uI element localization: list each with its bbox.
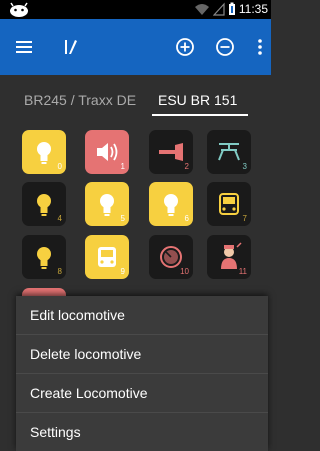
menu-item-settings[interactable]: Settings	[16, 413, 268, 451]
function-button-f8[interactable]: 8	[22, 235, 66, 279]
function-number: 10	[180, 267, 189, 276]
function-number: 8	[57, 267, 62, 276]
function-number: 3	[242, 162, 247, 171]
function-button-f5[interactable]: 5	[85, 182, 129, 226]
function-button-f2[interactable]: 2	[149, 130, 193, 174]
menu-item-edit-locomotive[interactable]: Edit locomotive	[16, 296, 268, 334]
function-button-f4[interactable]: 4	[22, 182, 66, 226]
active-tab-indicator	[152, 114, 248, 116]
function-number: 11	[238, 267, 247, 276]
app-logo-icon	[65, 40, 77, 54]
function-number: 0	[57, 162, 62, 171]
function-button-f7[interactable]: 7	[207, 182, 251, 226]
overflow-icon[interactable]	[250, 37, 270, 57]
function-number: 4	[57, 214, 62, 223]
function-number: 6	[184, 214, 189, 223]
remove-circle-icon[interactable]	[215, 37, 235, 57]
function-button-f0[interactable]: 0	[22, 130, 66, 174]
status-time: 11:35	[238, 2, 268, 16]
function-number: 9	[120, 267, 125, 276]
function-button-f6[interactable]: 6	[149, 182, 193, 226]
function-button-f10[interactable]: 10	[149, 235, 193, 279]
function-button-f3[interactable]: 3	[207, 130, 251, 174]
locomotive-tabs: BR245 / Traxx DE ESU BR 151	[0, 75, 271, 120]
tab-br245[interactable]: BR245 / Traxx DE	[24, 75, 136, 120]
status-bar: 11:35	[0, 0, 271, 19]
android-icon	[10, 2, 28, 17]
function-number: 5	[120, 214, 125, 223]
menu-item-delete-locomotive[interactable]: Delete locomotive	[16, 335, 268, 373]
add-circle-icon[interactable]	[175, 37, 195, 57]
function-button-f1[interactable]: 1	[85, 130, 129, 174]
signal-icon	[212, 2, 225, 16]
function-button-f9[interactable]: 9	[85, 235, 129, 279]
battery-icon	[228, 2, 235, 15]
function-button-f11[interactable]: 11	[207, 235, 251, 279]
menu-item-create-locomotive[interactable]: Create Locomotive	[16, 374, 268, 412]
wifi-icon	[194, 4, 209, 15]
context-menu: Edit locomotive Delete locomotive Create…	[16, 296, 268, 451]
function-number: 2	[184, 162, 189, 171]
function-number: 7	[242, 214, 247, 223]
function-number: 1	[120, 162, 125, 171]
app-bar	[0, 19, 271, 75]
menu-icon[interactable]	[14, 37, 34, 57]
